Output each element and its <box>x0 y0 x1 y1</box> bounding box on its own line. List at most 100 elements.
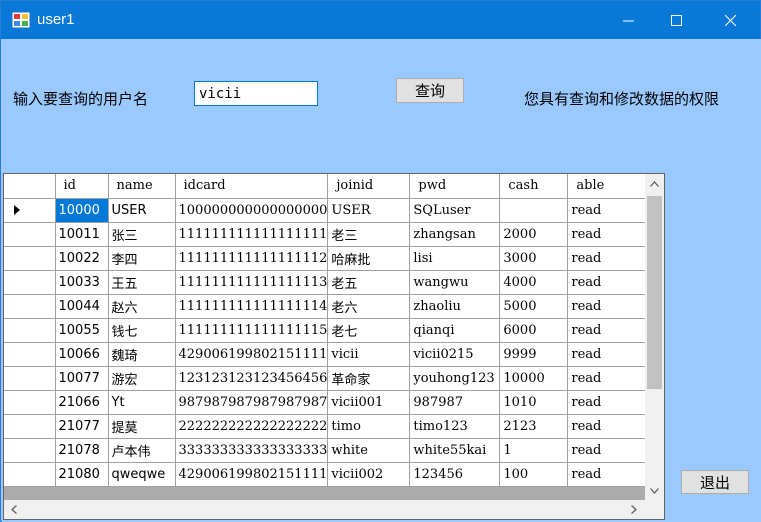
table-row[interactable]: 21078 卢本伟 333333333333333333 white white55ka… <box>4 438 648 463</box>
table-row[interactable]: 10044 赵六 111111111111111114 老六 zhaoliu 5000 re… <box>4 294 648 319</box>
table-row[interactable]: 10066 魏琦 429006199802151111 vicii vicii0215 9… <box>4 342 648 367</box>
cell-pwd[interactable]: qianqi <box>409 318 501 343</box>
cell-joinid[interactable]: white <box>327 438 411 463</box>
cell-idcard[interactable]: 100000000000000000 <box>175 198 329 223</box>
cell-able[interactable]: read <box>567 318 648 343</box>
row-header[interactable] <box>4 246 56 271</box>
cell-idcard[interactable]: 111111111111111111 <box>175 222 329 247</box>
cell-idcard[interactable]: 123123123123456456 <box>175 366 329 391</box>
table-row[interactable]: 10033 王五 111111111111111113 老五 wangwu 4000 rea… <box>4 270 648 295</box>
column-header-idcard[interactable]: idcard <box>175 174 329 199</box>
cell-joinid[interactable]: vicii001 <box>327 390 411 415</box>
username-search-input[interactable] <box>194 81 318 106</box>
minimize-button[interactable] <box>605 1 651 39</box>
cell-idcard[interactable]: 111111111111111112 <box>175 246 329 271</box>
cell-id[interactable]: 10066 <box>55 342 109 367</box>
cell-pwd[interactable]: youhong123 <box>409 366 501 391</box>
cell-pwd[interactable]: wangwu <box>409 270 501 295</box>
cell-able[interactable]: read <box>567 414 648 439</box>
cell-able[interactable]: read <box>567 270 648 295</box>
cell-pwd[interactable]: SQLuser <box>409 198 501 223</box>
table-row[interactable]: 10055 钱七 111111111111111115 老七 qianqi 6000 rea… <box>4 318 648 343</box>
cell-cash[interactable]: 9999 <box>499 342 569 367</box>
exit-button[interactable]: 退出 <box>681 470 749 494</box>
row-header[interactable] <box>4 366 56 391</box>
cell-name[interactable]: 王五 <box>108 270 176 295</box>
cell-cash[interactable]: 6000 <box>499 318 569 343</box>
table-row[interactable]: 10011 张三 111111111111111111 老三 zhangsan 2000 r… <box>4 222 648 247</box>
cell-cash[interactable]: 2000 <box>499 222 569 247</box>
cell-cash[interactable]: 4000 <box>499 270 569 295</box>
cell-joinid[interactable]: 老三 <box>327 222 411 247</box>
cell-cash[interactable]: 3000 <box>499 246 569 271</box>
cell-idcard[interactable]: 333333333333333333 <box>175 438 329 463</box>
cell-joinid[interactable]: vicii <box>327 342 411 367</box>
cell-pwd[interactable]: 123456 <box>409 462 501 487</box>
cell-pwd[interactable]: lisi <box>409 246 501 271</box>
cell-name[interactable]: 卢本伟 <box>108 438 176 463</box>
cell-id[interactable]: 10011 <box>55 222 109 247</box>
table-row[interactable]: 21080 qweqwe 429006199802151111 vicii002 123… <box>4 462 648 487</box>
table-row[interactable]: 21066 Yt 987987987987987987 vicii001 987987 1… <box>4 390 648 415</box>
cell-able[interactable]: read <box>567 390 648 415</box>
cell-joinid[interactable]: 老五 <box>327 270 411 295</box>
cell-id[interactable]: 21077 <box>55 414 109 439</box>
cell-cash[interactable]: 5000 <box>499 294 569 319</box>
cell-idcard[interactable]: 429006199802151111 <box>175 462 329 487</box>
cell-name[interactable]: Yt <box>108 390 176 415</box>
cell-pwd[interactable]: zhangsan <box>409 222 501 247</box>
close-button[interactable] <box>707 1 753 39</box>
row-header[interactable] <box>4 414 56 439</box>
cell-pwd[interactable]: vicii0215 <box>409 342 501 367</box>
cell-name[interactable]: 魏琦 <box>108 342 176 367</box>
cell-joinid[interactable]: vicii002 <box>327 462 411 487</box>
cell-joinid[interactable]: timo <box>327 414 411 439</box>
scroll-down-button[interactable] <box>646 482 663 499</box>
table-row[interactable]: 10022 李四 111111111111111112 哈麻批 lisi 3000 read <box>4 246 648 271</box>
cell-id[interactable]: 10077 <box>55 366 109 391</box>
cell-cash[interactable]: 1010 <box>499 390 569 415</box>
column-header-able[interactable]: able <box>567 174 648 199</box>
cell-id[interactable]: 10055 <box>55 318 109 343</box>
cell-pwd[interactable]: 987987 <box>409 390 501 415</box>
cell-joinid[interactable]: 革命家 <box>327 366 411 391</box>
cell-name[interactable]: 提莫 <box>108 414 176 439</box>
cell-cash[interactable] <box>499 198 569 223</box>
cell-cash[interactable]: 2123 <box>499 414 569 439</box>
cell-idcard[interactable]: 111111111111111115 <box>175 318 329 343</box>
cell-cash[interactable]: 1 <box>499 438 569 463</box>
cell-joinid[interactable]: 老七 <box>327 318 411 343</box>
user-data-grid[interactable]: id name idcard joinid pwd cash able 1000… <box>3 173 665 520</box>
row-header[interactable] <box>4 198 56 223</box>
cell-cash[interactable]: 10000 <box>499 366 569 391</box>
horizontal-scrollbar[interactable] <box>4 500 645 519</box>
cell-pwd[interactable]: zhaoliu <box>409 294 501 319</box>
row-header[interactable] <box>4 270 56 295</box>
cell-name[interactable]: 赵六 <box>108 294 176 319</box>
scroll-right-button[interactable] <box>625 501 642 518</box>
query-button[interactable]: 查询 <box>396 78 464 103</box>
cell-able[interactable]: read <box>567 342 648 367</box>
cell-able[interactable]: read <box>567 198 648 223</box>
cell-able[interactable]: read <box>567 366 648 391</box>
cell-pwd[interactable]: white55kai <box>409 438 501 463</box>
title-bar[interactable]: user1 <box>1 1 760 39</box>
cell-idcard[interactable]: 429006199802151111 <box>175 342 329 367</box>
column-header-cash[interactable]: cash <box>499 174 569 199</box>
cell-id[interactable]: 21080 <box>55 462 109 487</box>
row-header[interactable] <box>4 342 56 367</box>
vertical-scroll-thumb[interactable] <box>647 196 662 389</box>
cell-name[interactable]: qweqwe <box>108 462 176 487</box>
cell-able[interactable]: read <box>567 246 648 271</box>
row-header[interactable] <box>4 462 56 487</box>
cell-name[interactable]: 游宏 <box>108 366 176 391</box>
row-header[interactable] <box>4 438 56 463</box>
row-header[interactable] <box>4 318 56 343</box>
cell-joinid[interactable]: 哈麻批 <box>327 246 411 271</box>
table-row[interactable]: 21077 提莫 222222222222222222 timo timo123 2123… <box>4 414 648 439</box>
cell-name[interactable]: 钱七 <box>108 318 176 343</box>
scroll-left-button[interactable] <box>5 501 22 518</box>
scroll-up-button[interactable] <box>646 175 663 192</box>
cell-pwd[interactable]: timo123 <box>409 414 501 439</box>
cell-id[interactable]: 10022 <box>55 246 109 271</box>
